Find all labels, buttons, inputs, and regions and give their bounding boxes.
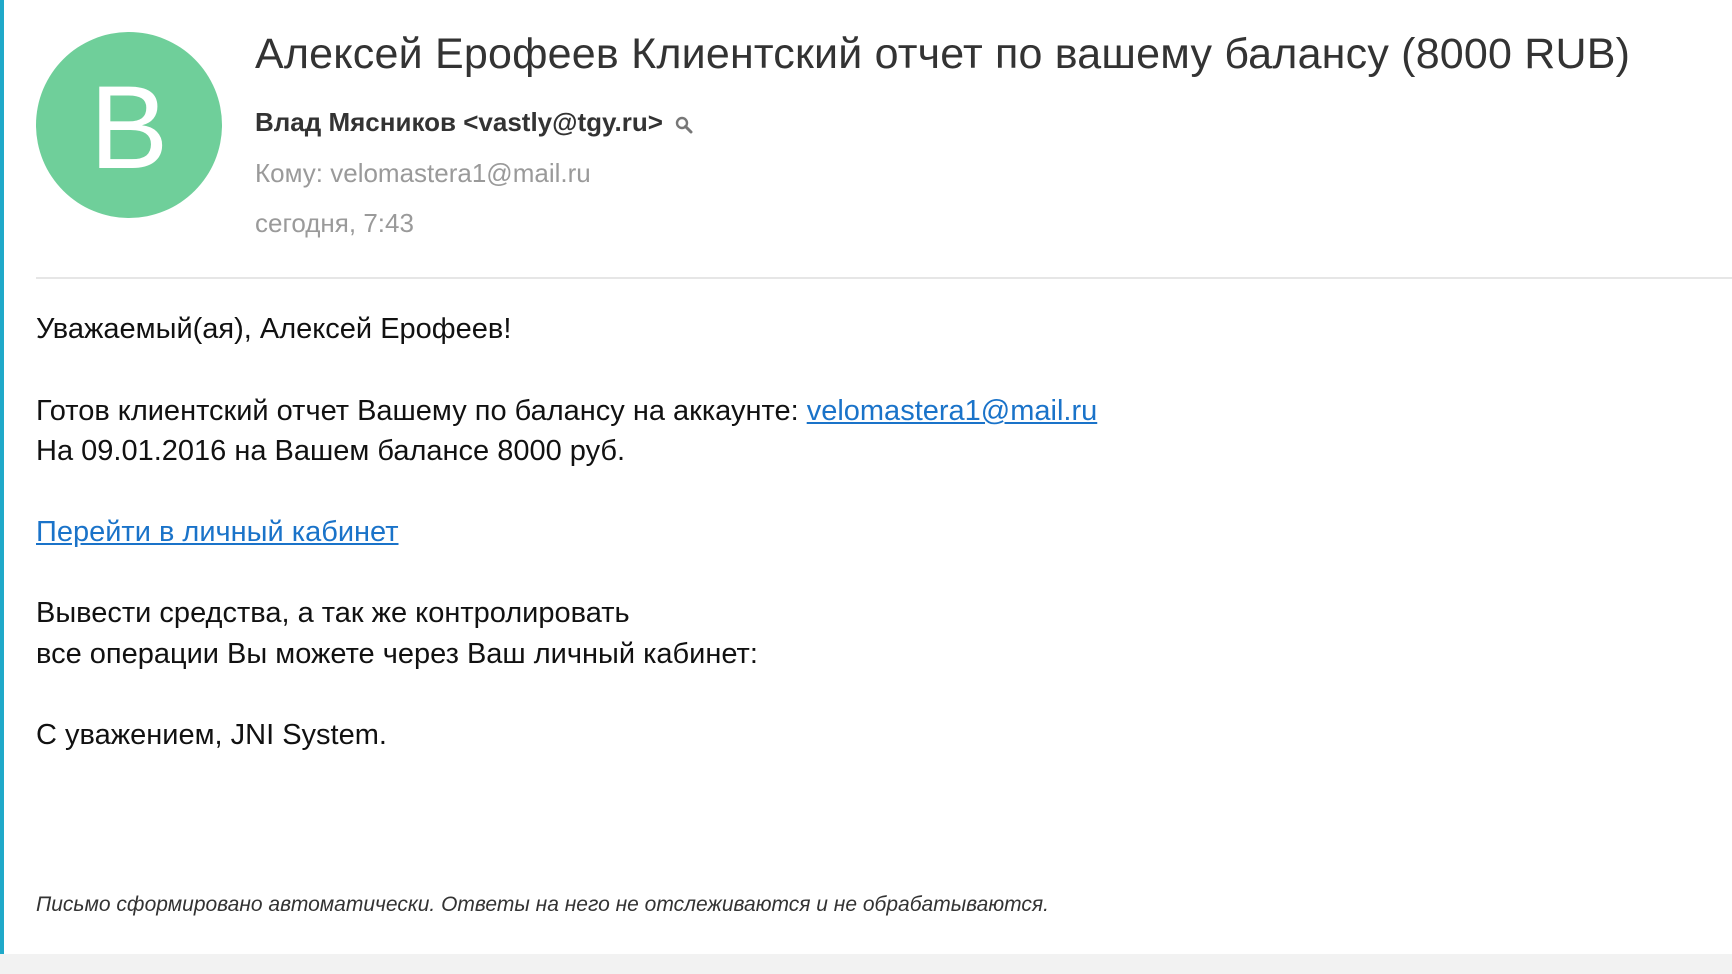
bottom-bar bbox=[0, 954, 1732, 974]
withdraw-line-1: Вывести средства, а так же контролироват… bbox=[36, 597, 630, 629]
account-link[interactable]: velomastera1@mail.ru bbox=[807, 395, 1098, 427]
left-accent-bar bbox=[0, 0, 4, 974]
report-text: Готов клиентский отчет Вашему по балансу… bbox=[36, 395, 807, 427]
recipient-label: Кому: bbox=[255, 158, 323, 188]
recipient-address[interactable]: velomastera1@mail.ru bbox=[330, 158, 590, 188]
sender-name[interactable]: Влад Мясников <vastly@tgy.ru> bbox=[255, 107, 663, 138]
search-icon[interactable] bbox=[673, 112, 695, 134]
greeting: Уважаемый(ая), Алексей Ерофеев! bbox=[36, 313, 512, 345]
balance-line: На 09.01.2016 на Вашем балансе 8000 руб. bbox=[36, 435, 626, 467]
header-divider bbox=[36, 277, 1732, 279]
report-line: Готов клиентский отчет Вашему по балансу… bbox=[36, 395, 1097, 428]
avatar: В bbox=[36, 32, 222, 218]
avatar-letter: В bbox=[89, 62, 169, 194]
email-view: В Алексей Ерофеев Клиентский отчет по ва… bbox=[0, 0, 1732, 974]
signature: С уважением, JNI System. bbox=[36, 719, 387, 751]
withdraw-line-2: все операции Вы можете через Ваш личный … bbox=[36, 638, 758, 670]
cabinet-link[interactable]: Перейти в личный кабинет bbox=[36, 516, 399, 548]
auto-generated-footnote: Письмо сформировано автоматически. Ответ… bbox=[36, 893, 1049, 916]
email-subject: Алексей Ерофеев Клиентский отчет по ваше… bbox=[255, 30, 1631, 78]
sender[interactable]: Влад Мясников <vastly@tgy.ru> bbox=[255, 107, 695, 138]
email-date: сегодня, 7:43 bbox=[255, 208, 414, 238]
cabinet-line: Перейти в личный кабинет bbox=[36, 516, 399, 549]
recipient-row: Кому: velomastera1@mail.ru bbox=[255, 158, 591, 189]
